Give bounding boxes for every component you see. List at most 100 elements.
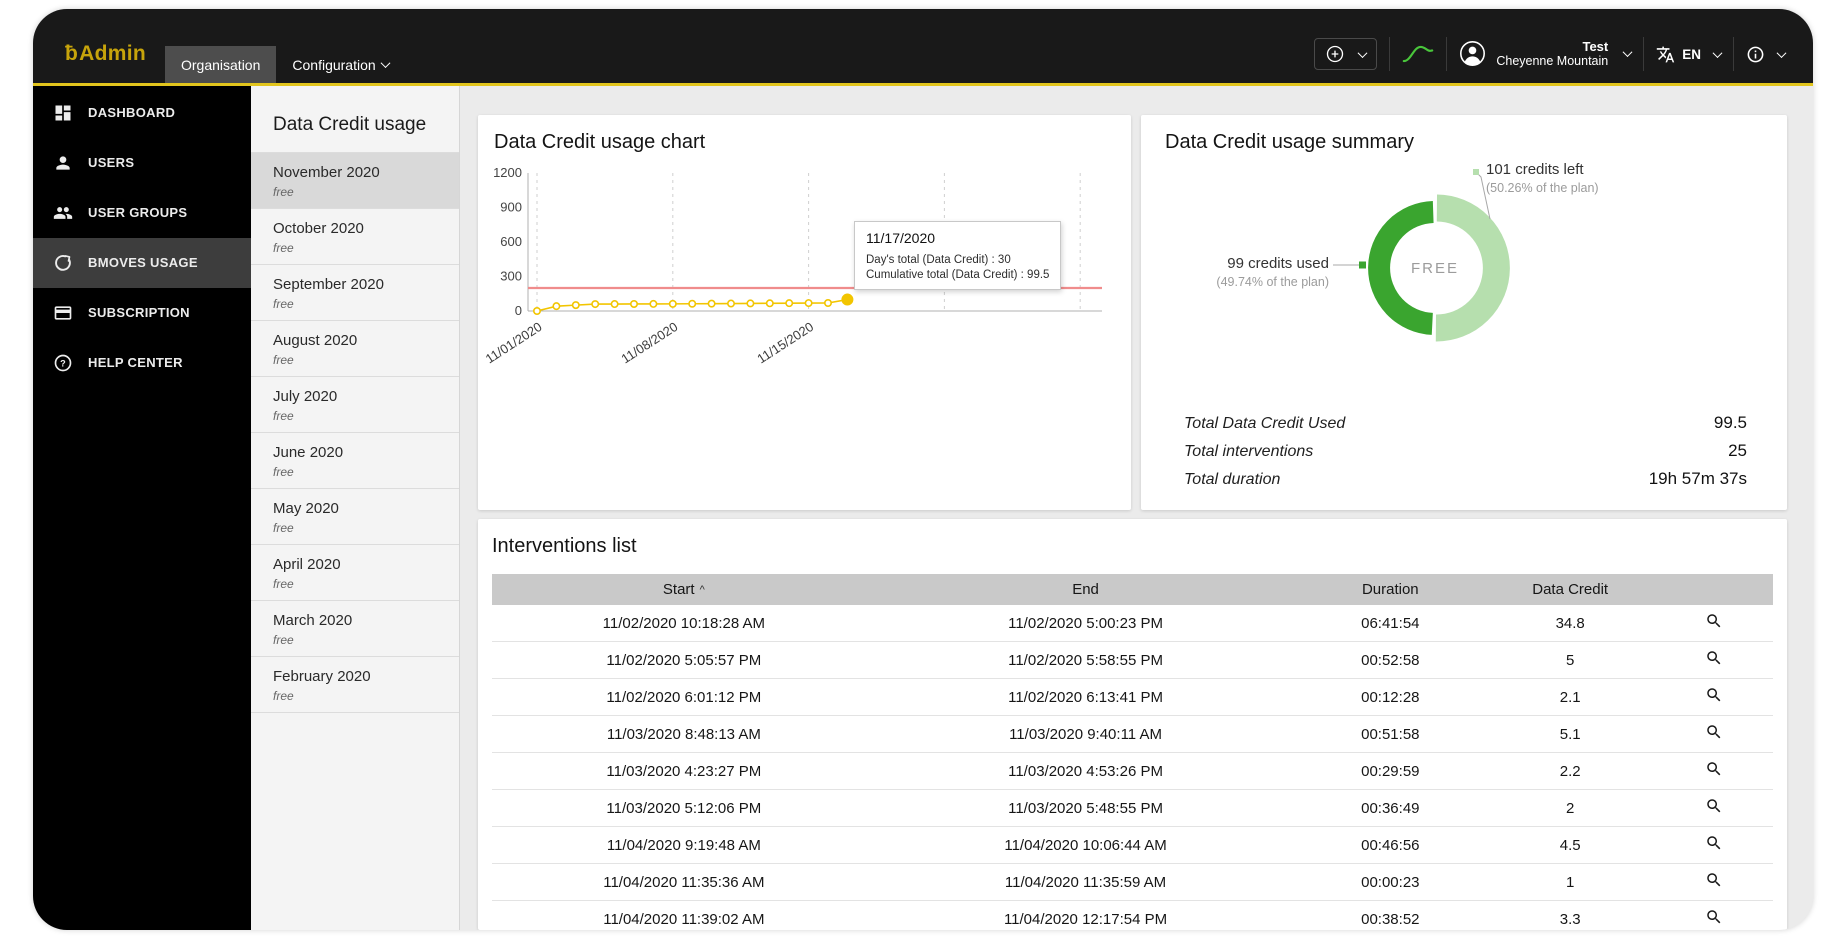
month-list-item[interactable]: March 2020 free: [251, 601, 459, 657]
search-icon[interactable]: [1705, 834, 1723, 852]
usage-summary-card: Data Credit usage summary FREE 99 credit…: [1141, 115, 1787, 510]
cell-data-credit: 3.3: [1559, 910, 1581, 928]
user-groups-icon: [53, 207, 73, 219]
cell-end: 11/02/2020 5:58:55 PM: [1008, 651, 1163, 669]
cell-duration: 00:38:52: [1361, 910, 1420, 928]
month-panel-title: Data Credit usage: [273, 114, 427, 135]
info-icon: [1747, 46, 1764, 62]
subscription-icon: [54, 306, 72, 320]
month-list-item[interactable]: April 2020 free: [251, 545, 459, 601]
column-header-end[interactable]: End: [876, 581, 1296, 598]
tab-organisation[interactable]: Organisation: [165, 46, 277, 83]
usage-chart-card: Data Credit usage chart 11/01/2020 11/08/…: [478, 115, 1131, 510]
topbar-nav: Organisation Configuration: [165, 46, 405, 83]
user-icon: [1460, 41, 1486, 67]
month-label: September 2020: [273, 276, 384, 293]
tab-configuration[interactable]: Configuration: [276, 46, 404, 83]
user-name: Test Cheyenne Mountain: [1496, 39, 1608, 69]
summary-totals: Total Data Credit Used 99.5 Total interv…: [1184, 413, 1747, 497]
user-name-top: Test: [1582, 38, 1609, 54]
table-row: 11/04/2020 11:35:36 AM 11/04/2020 11:35:…: [492, 864, 1773, 901]
table-row: 11/04/2020 9:19:48 AM 11/04/2020 10:06:4…: [492, 827, 1773, 864]
divider: [1733, 37, 1734, 71]
search-icon[interactable]: [1705, 871, 1723, 889]
interventions-card: Interventions list Start ^ End Duration …: [478, 519, 1787, 930]
sidebar-item-users[interactable]: USERS: [33, 138, 251, 188]
main-content: Data Credit usage chart 11/01/2020 11/08/…: [460, 86, 1813, 930]
cell-end: 11/04/2020 12:17:54 PM: [1003, 910, 1168, 928]
search-icon[interactable]: [1705, 760, 1723, 778]
cell-start: 11/03/2020 4:23:27 PM: [606, 762, 762, 780]
cell-data-credit: 1: [1566, 873, 1575, 891]
sidebar-item-dashboard[interactable]: DASHBOARD: [33, 88, 251, 138]
sidebar-item-bmoves-usage[interactable]: BMOVES USAGE: [33, 238, 251, 288]
table-body: 11/02/2020 10:18:28 AM 11/02/2020 5:00:2…: [492, 605, 1773, 930]
month-list-item[interactable]: June 2020 free: [251, 433, 459, 489]
month-plan-tag: free: [273, 185, 294, 199]
cell-duration: 06:41:54: [1361, 614, 1420, 632]
interventions-title: Interventions list: [492, 535, 637, 557]
cell-data-credit: 5.1: [1559, 725, 1581, 743]
search-icon[interactable]: [1705, 686, 1723, 704]
brand-text: Admin: [79, 42, 146, 65]
dashboard-icon: [55, 105, 71, 121]
sort-asc-icon: ^: [699, 583, 705, 596]
column-header-duration[interactable]: Duration: [1295, 581, 1485, 598]
search-icon[interactable]: [1705, 612, 1723, 630]
add-button[interactable]: [1314, 38, 1378, 70]
chevron-down-icon: [1776, 47, 1787, 58]
info-menu[interactable]: [1746, 45, 1787, 64]
chevron-down-icon: [1357, 47, 1368, 58]
cell-data-credit: 2.2: [1559, 762, 1581, 780]
column-header-data-credit[interactable]: Data Credit: [1485, 581, 1655, 598]
cell-duration: 00:36:49: [1361, 799, 1420, 817]
divider: [1389, 37, 1391, 71]
search-icon[interactable]: [1705, 649, 1723, 667]
add-icon: [1327, 45, 1344, 63]
sidebar-item-subscription[interactable]: SUBSCRIPTION: [33, 288, 251, 338]
table-row: 11/02/2020 5:05:57 PM 11/02/2020 5:58:55…: [492, 642, 1773, 679]
svg-text:11/15/2020: 11/15/2020: [754, 319, 816, 366]
summary-total-value: 25: [1728, 441, 1747, 460]
month-list-item[interactable]: July 2020 free: [251, 377, 459, 433]
summary-total-value: 19h 57m 37s: [1648, 469, 1747, 488]
credits-left-annotation: 101 credits left (50.26% of the plan): [1486, 161, 1599, 195]
month-list-item[interactable]: August 2020 free: [251, 321, 459, 377]
cell-start: 11/02/2020 10:18:28 AM: [602, 614, 766, 632]
table-row: 11/03/2020 8:48:13 AM 11/03/2020 9:40:11…: [492, 716, 1773, 753]
brand-logo: ƀ Admin: [33, 42, 165, 83]
cell-end: 11/03/2020 4:53:26 PM: [1008, 762, 1163, 780]
month-list-item[interactable]: May 2020 free: [251, 489, 459, 545]
summary-total-label: Total duration: [1184, 471, 1281, 488]
search-icon[interactable]: [1705, 797, 1723, 815]
users-icon: [56, 156, 70, 170]
sidebar-item-help-center[interactable]: ? HELP CENTER: [33, 338, 251, 388]
divider: [1446, 37, 1448, 71]
month-plan-tag: free: [273, 521, 294, 535]
language-code: EN: [1682, 46, 1701, 62]
cell-end: 11/04/2020 10:06:44 AM: [1004, 836, 1167, 854]
month-list-item[interactable]: September 2020 free: [251, 265, 459, 321]
user-menu[interactable]: Test Cheyenne Mountain: [1459, 39, 1633, 69]
search-icon[interactable]: [1705, 723, 1723, 741]
month-list-item[interactable]: November 2020 free: [251, 153, 459, 209]
language-menu[interactable]: EN: [1656, 45, 1723, 64]
column-header-start[interactable]: Start ^: [492, 581, 876, 598]
cell-data-credit: 34.8: [1555, 614, 1585, 632]
svg-text:11/01/2020: 11/01/2020: [483, 319, 545, 366]
usage-curve-icon[interactable]: [1402, 44, 1434, 64]
month-label: August 2020: [273, 332, 358, 349]
month-label: October 2020: [273, 220, 364, 237]
month-list-item[interactable]: February 2020 free: [251, 657, 459, 713]
topbar: ƀ Admin Organisation Configuration Test …: [33, 9, 1813, 86]
month-list-item[interactable]: October 2020 free: [251, 209, 459, 265]
sidebar-item-user-groups[interactable]: USER GROUPS: [33, 188, 251, 238]
chevron-down-icon: [1622, 47, 1633, 58]
search-icon[interactable]: [1705, 908, 1723, 926]
cell-data-credit: 4.5: [1559, 836, 1581, 854]
month-panel: Data Credit usage November 2020 free Oct…: [251, 86, 460, 930]
summary-total-label: Total Data Credit Used: [1184, 415, 1346, 432]
table-row: 11/04/2020 11:39:02 AM 11/04/2020 12:17:…: [492, 901, 1773, 930]
interventions-table: Start ^ End Duration Data Credit 11/02/2…: [492, 574, 1773, 930]
sidebar: DASHBOARD USERS USER GROUPS BMOVES USAGE…: [33, 86, 251, 930]
